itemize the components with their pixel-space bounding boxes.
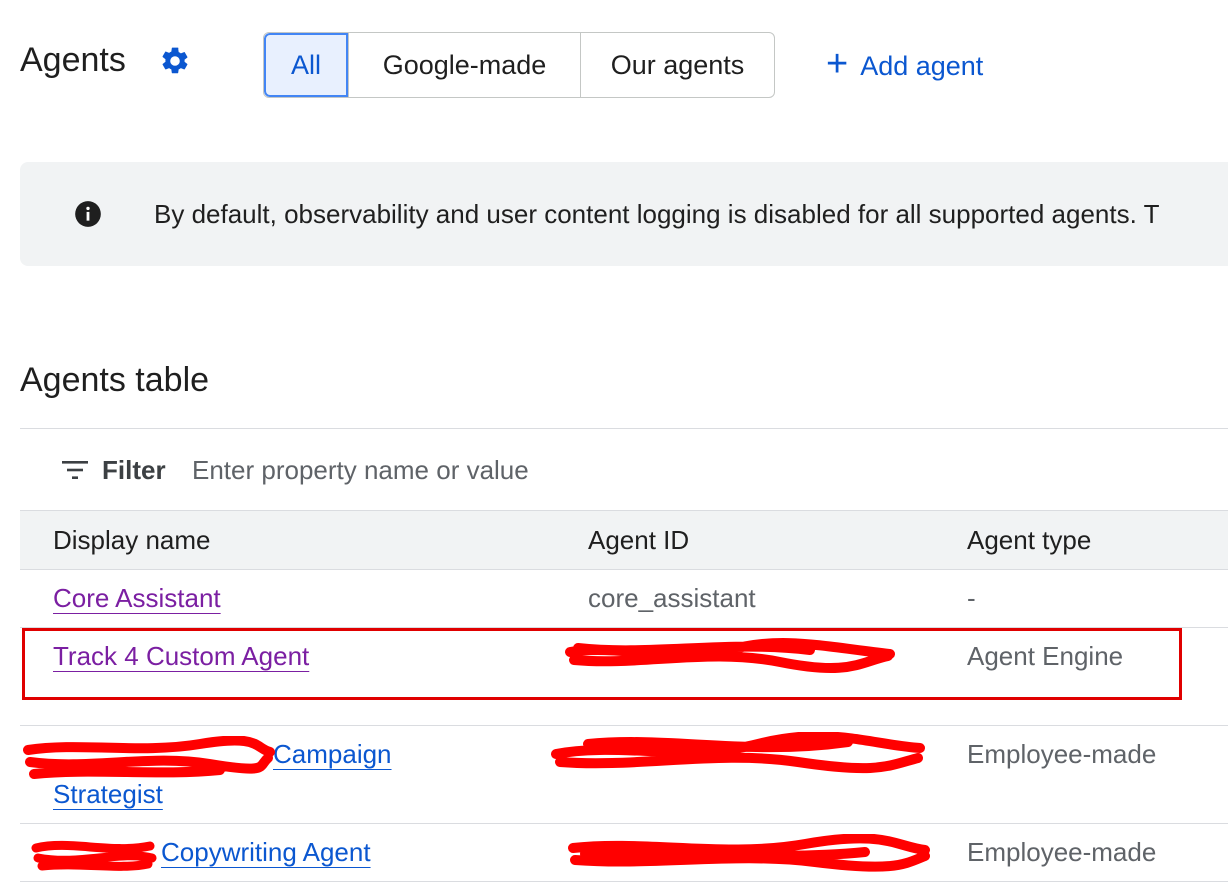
agent-id-cell: core_assistant (588, 583, 756, 613)
agent-name-link[interactable]: Copywriting Agent (161, 832, 371, 872)
filter-icon[interactable] (62, 459, 88, 481)
agent-filter-tabs: All Google-made Our agents (263, 32, 775, 98)
agent-type-cell: - (967, 583, 976, 613)
table-row: Campaign Strategist Employee-made (20, 726, 1228, 824)
banner-text: By default, observability and user conte… (154, 199, 1160, 229)
add-agent-label: Add agent (860, 50, 984, 81)
agent-type-cell: Employee-made (967, 739, 1157, 769)
gear-icon[interactable] (159, 45, 191, 77)
info-banner: By default, observability and user conte… (20, 162, 1228, 266)
agent-name-link[interactable]: Track 4 Custom Agent (53, 636, 309, 676)
tab-our-agents[interactable]: Our agents (580, 33, 774, 97)
agent-name-link-line2[interactable]: Strategist (53, 774, 163, 814)
agent-type-cell: Employee-made (967, 837, 1157, 867)
section-title: Agents table (20, 361, 210, 399)
agents-page: Agents All Google-made Our agents + Add … (0, 0, 1228, 882)
add-agent-button[interactable]: + Add agent (826, 44, 983, 88)
table-row: Copywriting Agent Employee-made (20, 824, 1228, 882)
filter-input[interactable] (192, 451, 892, 489)
agent-type-cell: Agent Engine (967, 641, 1124, 671)
filter-label: Filter (102, 455, 166, 485)
table-header: Display name Agent ID Agent type (20, 510, 1228, 570)
tab-google-made[interactable]: Google-made (348, 33, 580, 97)
tab-all[interactable]: All (264, 33, 348, 97)
info-icon (75, 201, 101, 227)
agent-name-link[interactable]: Core Assistant (53, 578, 221, 618)
column-header-agent-id[interactable]: Agent ID (588, 523, 689, 557)
page-title: Agents (20, 41, 126, 79)
filter-bar: Filter (20, 428, 1228, 512)
column-header-display-name[interactable]: Display name (53, 523, 211, 557)
table-row: Core Assistant core_assistant - (20, 570, 1228, 628)
plus-icon: + (826, 43, 849, 85)
column-header-agent-type[interactable]: Agent type (967, 523, 1091, 557)
table-row: Track 4 Custom Agent Agent Engine (20, 628, 1228, 726)
agent-name-link[interactable]: Campaign (273, 734, 392, 774)
